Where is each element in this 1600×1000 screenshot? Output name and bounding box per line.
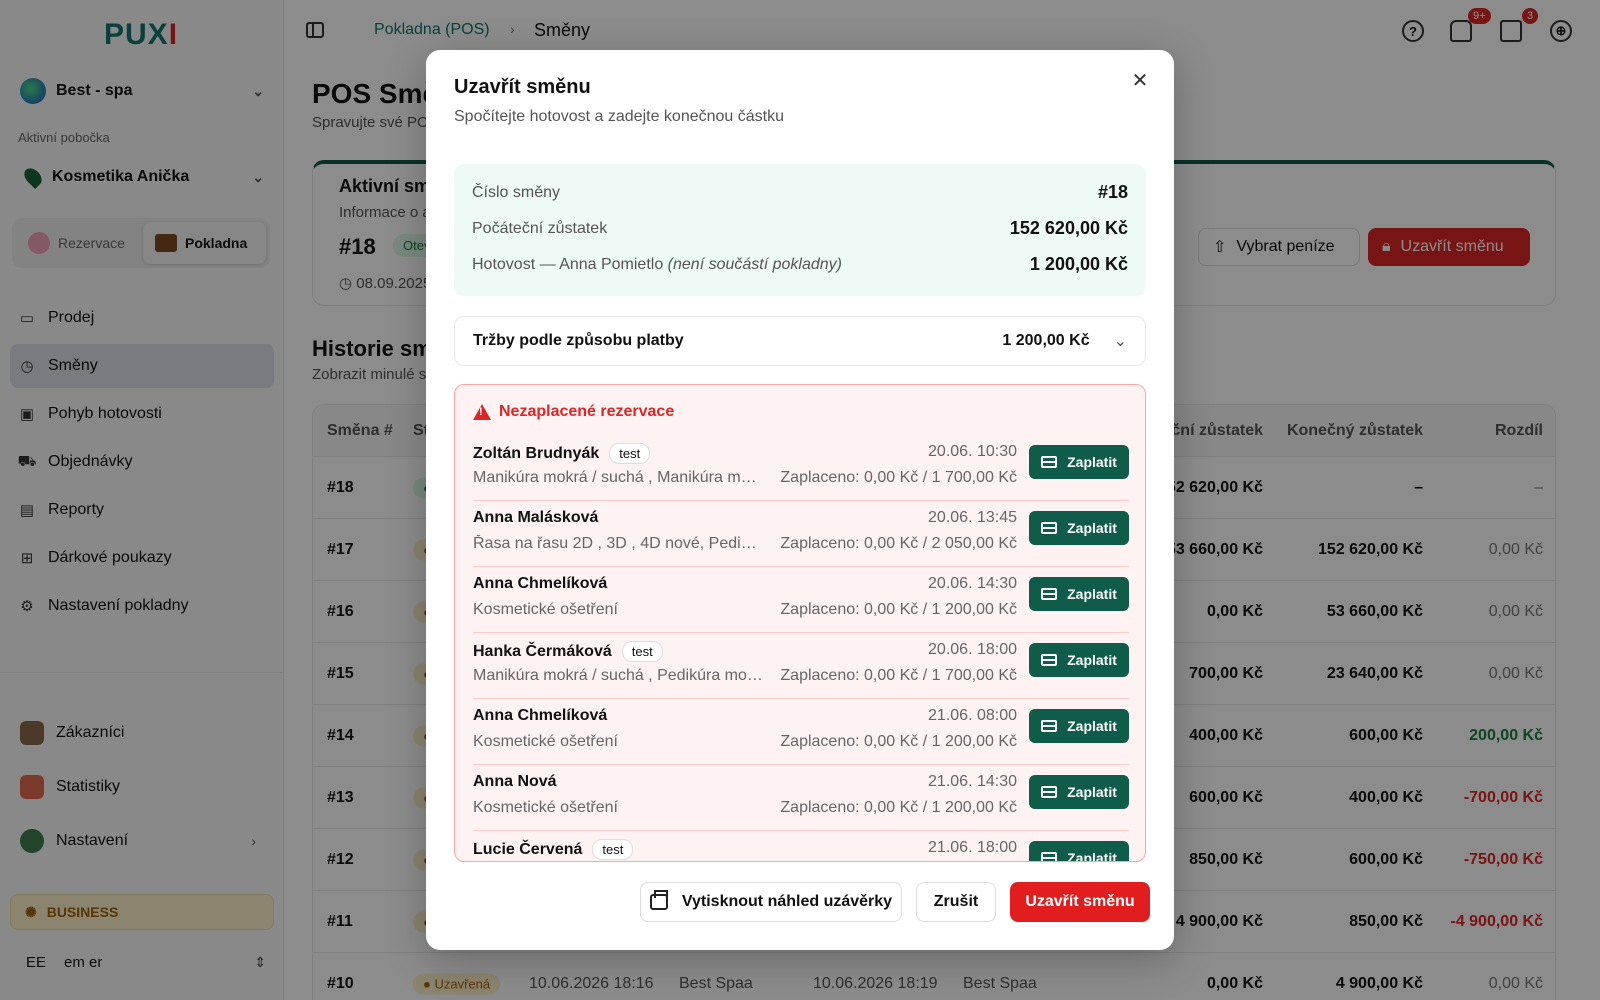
reservation-services: Kosmetické ošetření xyxy=(473,601,618,618)
credit-card-icon xyxy=(1041,852,1058,861)
print-preview-button[interactable]: Vytisknout náhled uzávěrky xyxy=(640,882,902,922)
pay-label: Zaplatit xyxy=(1067,784,1117,800)
reservation-services: Manikúra mokrá / suchá , Pedikúra mokrá xyxy=(473,667,763,684)
pay-label: Zaplatit xyxy=(1067,520,1117,536)
revenue-by-payment-accordion[interactable]: Tržby podle způsobu platby 1 200,00 Kč ⌄ xyxy=(454,316,1146,366)
dialog-subtitle: Spočítejte hotovost a zadejte konečnou č… xyxy=(454,108,784,125)
pay-button[interactable]: Zaplatit xyxy=(1029,511,1129,545)
reservation-customer: Zoltán Brudnyák test xyxy=(473,443,651,464)
reservation-paid: Zaplaceno: 0,00 Kč / 1 200,00 Kč xyxy=(780,799,1017,816)
reservation-item: Anna Nová Kosmetické ošetření 21.06. 14:… xyxy=(473,765,1129,831)
summary-value: 1 200,00 Kč xyxy=(1029,254,1128,274)
cash-note: (není součástí pokladny) xyxy=(667,255,842,273)
reservation-paid: Zaplaceno: 0,00 Kč / 1 200,00 Kč xyxy=(780,601,1017,618)
credit-card-icon xyxy=(1041,588,1058,600)
summary-label: Hotovost — Anna Pomietlo (není součástí … xyxy=(472,256,842,274)
summary-value: 152 620,00 Kč xyxy=(1009,218,1128,238)
warning-icon xyxy=(473,404,491,420)
reservation-item: Anna Malásková Řasa na řasu 2D , 3D , 4D… xyxy=(473,501,1129,567)
pay-label: Zaplatit xyxy=(1067,586,1117,602)
credit-card-icon xyxy=(1041,654,1058,666)
pay-label: Zaplatit xyxy=(1067,652,1117,668)
customer-name: Anna Chmelíková xyxy=(473,575,608,592)
reservation-item: Zoltán Brudnyák test Manikúra mokrá / suc… xyxy=(473,435,1129,501)
customer-tag: test xyxy=(621,641,663,662)
reservation-time: 20.06. 13:45 xyxy=(928,509,1017,526)
reservation-time: 20.06. 18:00 xyxy=(928,641,1017,658)
reservation-time: 20.06. 14:30 xyxy=(928,575,1017,592)
cash-label: Hotovost — Anna Pomietlo xyxy=(472,255,664,273)
customer-name: Lucie Červená xyxy=(473,840,583,858)
customer-name: Anna Chmelíková xyxy=(473,707,608,724)
summary-label: Číslo směny xyxy=(472,183,561,201)
reservation-services: Kosmetické ošetření xyxy=(473,733,618,750)
reservation-item: Hanka Čermáková test Manikúra mokrá / suc… xyxy=(473,633,1129,699)
customer-tag: test xyxy=(609,443,651,464)
reservation-customer: Anna Malásková xyxy=(473,509,598,527)
reservation-item: Anna Chmelíková Kosmetické ošetření 20.0… xyxy=(473,567,1129,633)
pay-button[interactable]: Zaplatit xyxy=(1029,709,1129,743)
pay-button[interactable]: Zaplatit xyxy=(1029,841,1129,862)
close-icon[interactable]: ✕ xyxy=(1128,68,1152,92)
reservation-customer: Anna Nová xyxy=(473,773,557,791)
customer-name: Zoltán Brudnyák xyxy=(473,444,600,462)
pay-label: Zaplatit xyxy=(1067,454,1117,470)
summary-row: Číslo směny #18 xyxy=(472,182,1128,203)
chevron-down-icon: ⌄ xyxy=(1113,333,1127,350)
reservation-time: 21.06. 18:00 xyxy=(928,839,1017,856)
dialog-footer: Vytisknout náhled uzávěrky Zrušit Uzavří… xyxy=(426,882,1174,922)
credit-card-icon xyxy=(1041,720,1058,732)
reservation-time: 21.06. 14:30 xyxy=(928,773,1017,790)
pay-button[interactable]: Zaplatit xyxy=(1029,577,1129,611)
print-label: Vytisknout náhled uzávěrky xyxy=(681,893,893,910)
unpaid-title: Nezaplacené rezervace xyxy=(473,403,674,421)
credit-card-icon xyxy=(1041,786,1058,798)
reservation-paid: Zaplaceno: 0,00 Kč / 2 050,00 Kč xyxy=(780,535,1017,552)
reservation-customer: Anna Chmelíková xyxy=(473,575,607,593)
close-shift-dialog: Uzavřít směnu Spočítejte hotovost a zade… xyxy=(426,50,1174,950)
confirm-close-shift-button[interactable]: Uzavřít směnu xyxy=(1010,882,1150,922)
reservation-services: Řasa na řasu 2D , 3D , 4D nové, Pedikúra xyxy=(473,535,763,552)
reservation-customer: Lucie Červená test xyxy=(473,839,634,860)
pay-button[interactable]: Zaplatit xyxy=(1029,643,1129,677)
pay-label: Zaplatit xyxy=(1067,718,1117,734)
reservation-item: Anna Chmelíková Kosmetické ošetření 21.0… xyxy=(473,699,1129,765)
summary-label: Počáteční zůstatek xyxy=(472,219,608,237)
customer-tag: test xyxy=(592,839,634,860)
revenue-value: 1 200,00 Kč xyxy=(1002,332,1090,349)
summary-row: Hotovost — Anna Pomietlo (není součástí … xyxy=(472,254,1128,275)
app: PUXI Best - spa ⌄ Aktivní pobočka Kosmet… xyxy=(0,0,1600,1000)
reservation-customer: Hanka Čermáková test xyxy=(473,641,663,662)
reservation-time: 20.06. 10:30 xyxy=(928,443,1017,460)
unpaid-title-text: Nezaplacené rezervace xyxy=(499,403,675,420)
credit-card-icon xyxy=(1041,522,1058,534)
cancel-button[interactable]: Zrušit xyxy=(916,882,996,922)
dialog-title: Uzavřít směnu xyxy=(454,76,591,98)
reservation-services: Kosmetické ošetření xyxy=(473,799,618,816)
unpaid-reservations: Nezaplacené rezervace Zoltán Brudnyák tes… xyxy=(454,384,1146,862)
reservation-paid: Zaplaceno: 0,00 Kč / 1 700,00 Kč xyxy=(780,667,1017,684)
pay-button[interactable]: Zaplatit xyxy=(1029,445,1129,479)
credit-card-icon xyxy=(1041,456,1058,468)
pay-label: Zaplatit xyxy=(1067,850,1117,862)
reservation-item: Lucie Červená test 21.06. 18:00 Zaplatit xyxy=(473,831,1129,862)
customer-name: Anna Malásková xyxy=(473,509,599,526)
pay-button[interactable]: Zaplatit xyxy=(1029,775,1129,809)
reservation-list: Zoltán Brudnyák test Manikúra mokrá / suc… xyxy=(473,435,1129,862)
reservation-paid: Zaplaceno: 0,00 Kč / 1 700,00 Kč xyxy=(780,469,1017,486)
reservation-services: Manikúra mokrá / suchá , Manikúra mokrá xyxy=(473,469,763,486)
customer-name: Anna Nová xyxy=(473,773,557,790)
summary-row: Počáteční zůstatek 152 620,00 Kč xyxy=(472,218,1128,239)
summary-value: #18 xyxy=(1097,182,1128,202)
reservation-paid: Zaplaceno: 0,00 Kč / 1 200,00 Kč xyxy=(780,733,1017,750)
printer-icon xyxy=(649,890,668,910)
reservation-customer: Anna Chmelíková xyxy=(473,707,607,725)
shift-summary: Číslo směny #18 Počáteční zůstatek 152 6… xyxy=(454,164,1146,296)
revenue-label: Tržby podle způsobu platby xyxy=(473,332,684,349)
customer-name: Hanka Čermáková xyxy=(473,642,612,660)
reservation-time: 21.06. 08:00 xyxy=(928,707,1017,724)
